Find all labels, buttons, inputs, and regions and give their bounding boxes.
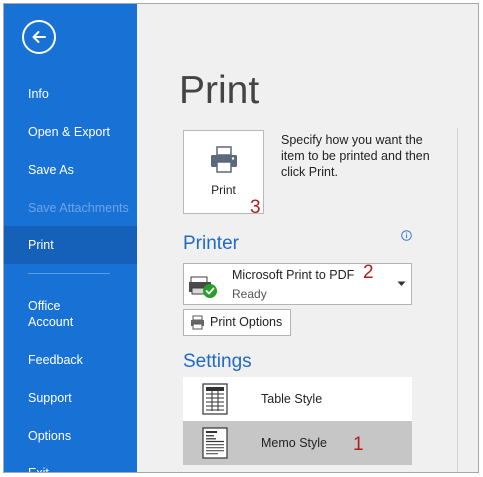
style-table[interactable]: Table Style [183,377,412,421]
nav-office-account-line1: Office [28,299,61,313]
step-2-annotation: 2 [363,262,374,283]
backstage-sidebar: Info Open & Export Save As Save Attachme… [4,4,137,472]
printer-name: Microsoft Print to PDF [232,268,355,282]
printer-status: Ready [232,287,267,301]
memo-style-icon [202,427,228,459]
printer-dropdown[interactable]: Microsoft Print to PDF Ready [183,263,412,305]
print-options-label: Print Options [210,315,283,329]
nav-options[interactable]: Options [4,428,137,444]
outlook-backstage: Info Open & Export Save As Save Attachme… [3,3,479,473]
print-options-button[interactable]: Print Options [183,309,292,336]
print-button-label: Print [211,183,236,197]
printer-heading: Printer [183,233,239,254]
nav-info[interactable]: Info [4,86,137,102]
printer-ready-icon [189,276,217,298]
step-1-annotation: 1 [353,434,364,455]
nav-save-attachments: Save Attachments [28,201,129,215]
style-memo[interactable]: Memo Style [183,421,412,465]
nav-open-export[interactable]: Open & Export [4,124,137,140]
print-description: Specify how you want the item to be prin… [281,133,430,179]
nav-support[interactable]: Support [4,390,137,406]
chevron-down-icon [397,281,406,286]
style-memo-label: Memo Style [261,436,327,450]
print-pane: Print Print Specify how you want the ite… [137,4,478,472]
nav-divider [28,273,110,274]
back-arrow-icon [32,31,46,43]
back-button[interactable] [22,20,56,54]
nav-print[interactable]: Print [4,226,137,264]
nav-save-as[interactable]: Save As [4,162,137,178]
style-table-label: Table Style [261,392,323,406]
printer-icon [211,146,237,173]
nav-exit[interactable]: Exit [4,465,137,472]
step-3-annotation: 3 [250,197,261,218]
preview-divider [457,128,458,472]
page-title: Print [179,69,260,112]
nav-office-account-line2: Account [28,315,74,329]
nav-office-account[interactable]: Office Account [4,298,137,330]
settings-heading: Settings [183,351,252,372]
print-options-icon [191,315,204,330]
info-icon[interactable] [401,230,412,241]
nav-feedback[interactable]: Feedback [4,352,137,368]
table-style-icon [202,383,228,415]
